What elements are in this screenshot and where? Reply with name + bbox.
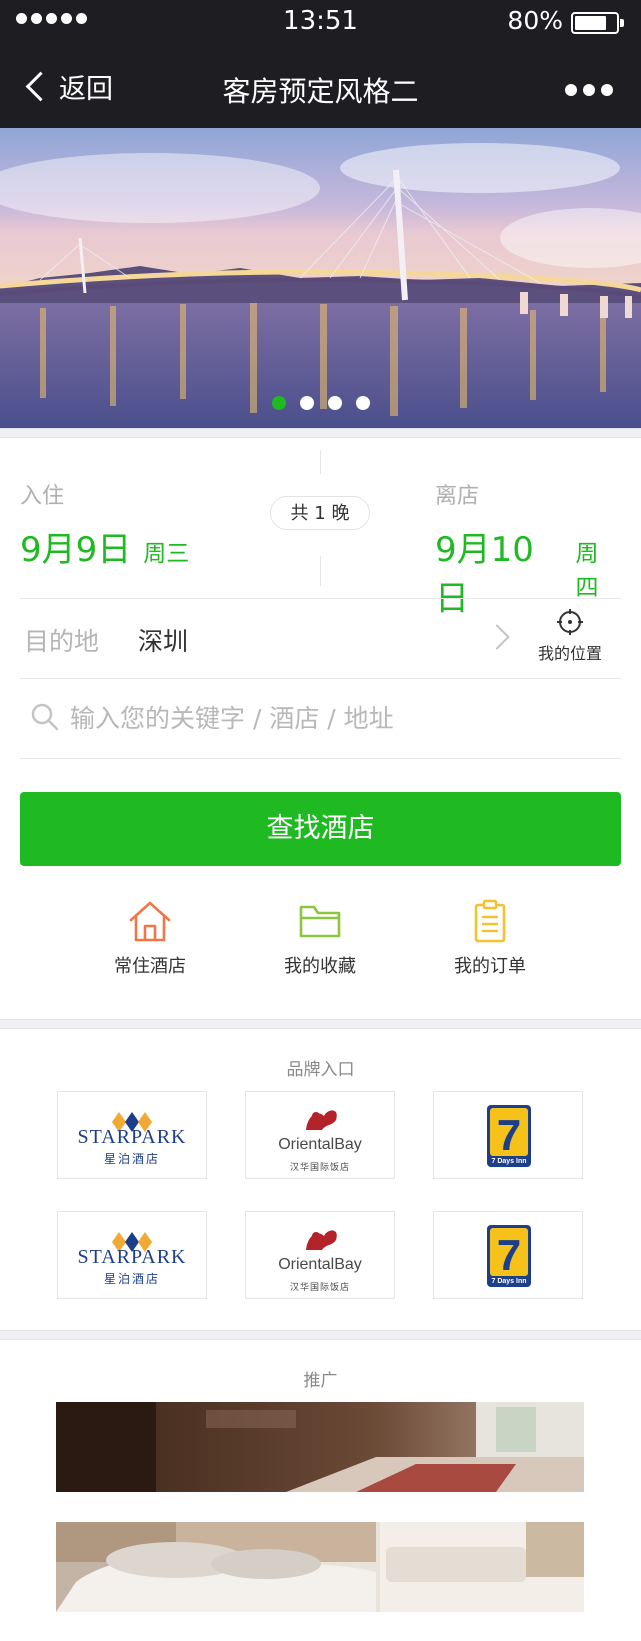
promo-title: 推广 <box>303 1371 338 1391</box>
brand-mark: 7 <box>497 1111 521 1160</box>
brand-7daysinn[interactable]: 7 7 Days Inn <box>433 1091 583 1179</box>
crosshair-icon <box>557 609 583 635</box>
checkin-date-value: 9月9日 <box>20 530 132 570</box>
nav-bar: 返回 客房预定风格二 <box>0 52 641 124</box>
promo-banner[interactable] <box>56 1402 584 1492</box>
page-title: 客房预定风格二 <box>222 75 419 108</box>
destination-label: 目的地 <box>24 627 100 656</box>
checkin-label: 入住 <box>20 484 65 509</box>
brand-subname: 汉华国际饭店 <box>289 1283 350 1293</box>
promo-image-bedroom <box>56 1402 584 1492</box>
destination-value: 深圳 <box>138 627 189 656</box>
folder-icon <box>299 905 341 938</box>
brand-starpark[interactable]: STARPARK 星泊酒店 <box>57 1211 207 1299</box>
orientalbay-logo <box>306 1110 337 1130</box>
7daysinn-logo: 7 7 Days Inn <box>487 1105 531 1167</box>
find-hotel-button[interactable]: 查找酒店 <box>20 792 621 866</box>
search-input[interactable] <box>70 698 590 738</box>
search-bar[interactable] <box>20 680 620 758</box>
date-selector: 入住 9月9日 周三 共 1 晚 离店 9月10日 周四 <box>20 450 620 619</box>
bridge-photo <box>0 128 641 428</box>
battery-icon <box>571 12 624 34</box>
brand-subname: 星泊酒店 <box>103 1152 160 1166</box>
divider <box>20 758 621 759</box>
brand-name: OrientalBay <box>278 1256 362 1273</box>
status-bar: 13:51 80% <box>0 0 641 46</box>
promo-banner[interactable] <box>56 1522 584 1612</box>
quick-link-favorites[interactable]: 我的收藏 <box>250 898 390 978</box>
quick-link-label: 常住酒店 <box>114 956 186 977</box>
7daysinn-logo: 7 7 Days Inn <box>487 1225 531 1287</box>
brands-title: 品牌入口 <box>286 1060 355 1080</box>
chevron-right-icon <box>484 624 510 650</box>
divider <box>20 598 621 599</box>
carousel-dot[interactable] <box>355 396 370 410</box>
clipboard-icon <box>474 899 506 943</box>
carousel-dots <box>0 396 641 410</box>
carousel-dot[interactable] <box>327 396 342 410</box>
search-icon <box>31 703 59 731</box>
brand-subname: 星泊酒店 <box>103 1272 160 1286</box>
brand-subname: 7 Days Inn <box>491 1278 526 1285</box>
brand-name: STARPARK <box>77 1126 187 1148</box>
my-location-label: 我的位置 <box>537 644 602 663</box>
brand-orientalbay[interactable]: OrientalBay 汉华国际饭店 <box>245 1211 395 1299</box>
divider <box>20 678 621 679</box>
more-dots-icon[interactable] <box>565 84 613 96</box>
brand-orientalbay[interactable]: OrientalBay 汉华国际饭店 <box>245 1091 395 1179</box>
promo-image-bed-sofa <box>56 1522 584 1612</box>
destination-row[interactable]: 目的地 深圳 我的位置 <box>20 600 620 676</box>
my-location-button[interactable]: 我的位置 <box>520 608 620 664</box>
quick-link-label: 我的订单 <box>454 956 526 977</box>
quick-link-orders[interactable]: 我的订单 <box>420 898 560 978</box>
quick-link-label: 我的收藏 <box>284 956 356 977</box>
divider <box>0 428 641 438</box>
checkout-weekday: 周四 <box>575 541 599 601</box>
brand-name: OrientalBay <box>278 1136 362 1153</box>
checkout-label: 离店 <box>435 484 480 509</box>
quick-link-frequent-hotels[interactable]: 常住酒店 <box>80 898 220 978</box>
brand-mark: 7 <box>497 1231 521 1280</box>
quick-links: 常住酒店 我的收藏 我的订单 <box>0 898 641 998</box>
carousel-dot[interactable] <box>271 396 286 410</box>
checkin-date[interactable]: 入住 9月9日 周三 <box>20 478 189 571</box>
banner-carousel[interactable] <box>0 128 641 428</box>
nights-badge: 共 1 晚 <box>270 496 370 530</box>
brand-7daysinn[interactable]: 7 7 Days Inn <box>433 1211 583 1299</box>
brand-subname: 汉华国际饭店 <box>289 1163 350 1173</box>
battery-percent: 80% <box>507 6 563 35</box>
orientalbay-logo <box>306 1230 337 1250</box>
brand-name: STARPARK <box>77 1246 187 1268</box>
divider <box>320 556 321 586</box>
carousel-dot[interactable] <box>299 396 314 410</box>
brand-subname: 7 Days Inn <box>491 1158 526 1165</box>
checkin-weekday: 周三 <box>143 541 190 567</box>
divider <box>320 450 321 474</box>
top-bar: 13:51 80% 返回 客房预定风格二 <box>0 0 641 128</box>
house-icon <box>129 901 171 942</box>
divider <box>0 1019 641 1029</box>
divider <box>0 1330 641 1340</box>
brand-starpark[interactable]: STARPARK 星泊酒店 <box>57 1091 207 1179</box>
